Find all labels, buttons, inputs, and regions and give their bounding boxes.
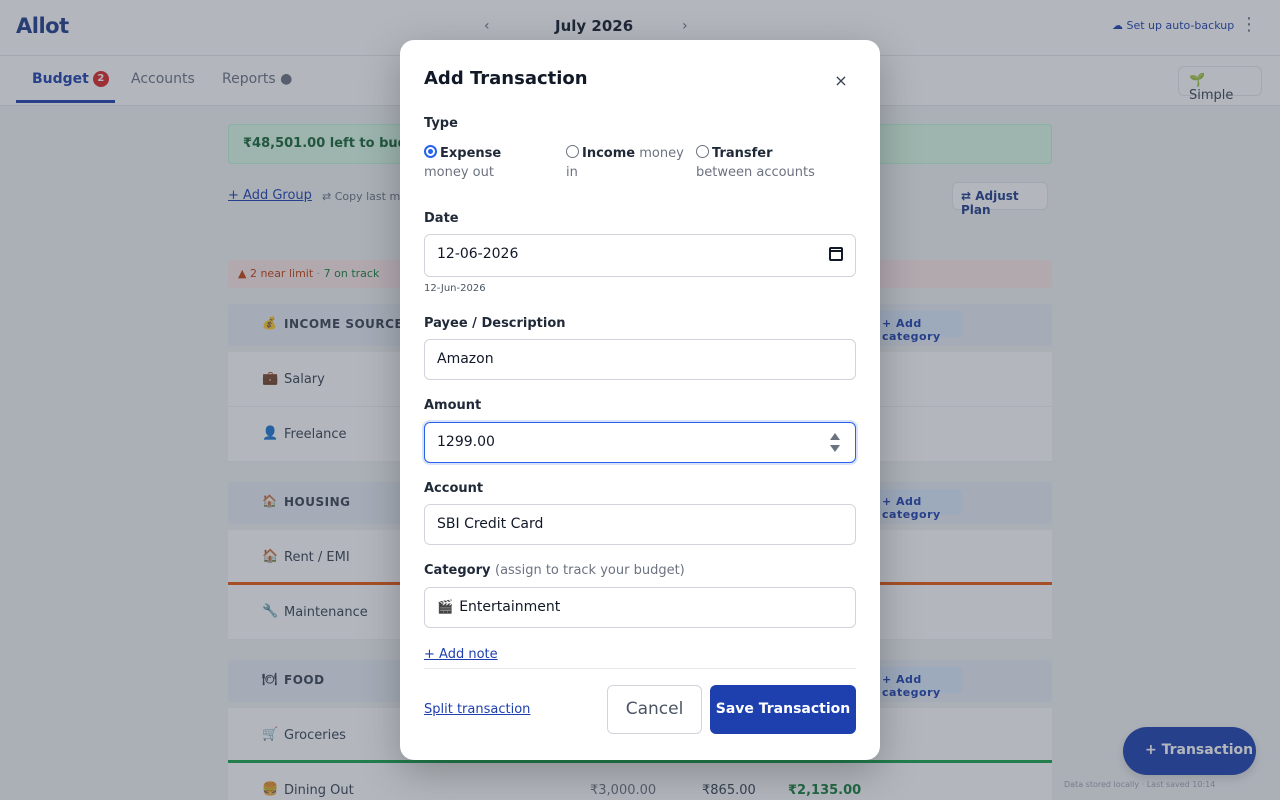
type-option-expense[interactable]: Expense money out — [424, 144, 544, 182]
account-select[interactable]: SBI Credit Card — [424, 504, 856, 545]
date-input[interactable]: 12-06-2026 — [424, 234, 856, 277]
type-option-transfer[interactable]: Transfer between accounts — [696, 144, 826, 182]
stepper-up-icon[interactable] — [830, 433, 840, 440]
split-transaction-link[interactable]: Split transaction — [424, 702, 530, 717]
transfer-label: Transfer — [712, 146, 773, 161]
close-icon[interactable]: × — [830, 70, 852, 92]
expense-label: Expense — [440, 146, 502, 161]
category-select[interactable]: 🎬 Entertainment — [424, 587, 856, 628]
amount-stepper[interactable] — [829, 432, 841, 454]
date-hint: 12-Jun-2026 — [424, 283, 486, 294]
dialog-title: Add Transaction — [424, 68, 588, 89]
account-value: SBI Credit Card — [437, 516, 544, 532]
footer-divider — [424, 668, 856, 669]
amount-value: 1299.00 — [437, 434, 495, 450]
date-label: Date — [424, 211, 459, 226]
amount-input[interactable]: 1299.00 — [424, 422, 856, 463]
add-transaction-dialog: Add Transaction × Type Expense money out… — [400, 40, 880, 760]
payee-label: Payee / Description — [424, 316, 566, 331]
category-label: Category (assign to track your budget) — [424, 563, 685, 578]
transfer-radio[interactable] — [696, 145, 709, 158]
stepper-down-icon[interactable] — [830, 445, 840, 452]
payee-value: Amazon — [437, 351, 494, 367]
type-label: Type — [424, 116, 458, 131]
clapperboard-icon: 🎬 — [437, 600, 454, 615]
income-label: Income — [582, 146, 636, 161]
calendar-icon[interactable] — [829, 247, 843, 261]
expense-desc: money out — [424, 165, 494, 180]
category-label-text: Category — [424, 563, 491, 578]
amount-label: Amount — [424, 398, 482, 413]
transfer-desc: between accounts — [696, 165, 815, 180]
income-radio[interactable] — [566, 145, 579, 158]
add-note-link[interactable]: + Add note — [424, 647, 498, 662]
category-sublabel: (assign to track your budget) — [495, 563, 685, 578]
category-value: Entertainment — [459, 599, 561, 615]
date-value: 12-06-2026 — [437, 246, 519, 262]
account-label: Account — [424, 481, 484, 496]
cancel-button[interactable]: Cancel — [607, 685, 702, 734]
type-option-income[interactable]: Income money in — [566, 144, 686, 182]
save-transaction-button[interactable]: Save Transaction — [710, 685, 856, 734]
expense-radio[interactable] — [424, 145, 437, 158]
payee-input[interactable]: Amazon — [424, 339, 856, 380]
